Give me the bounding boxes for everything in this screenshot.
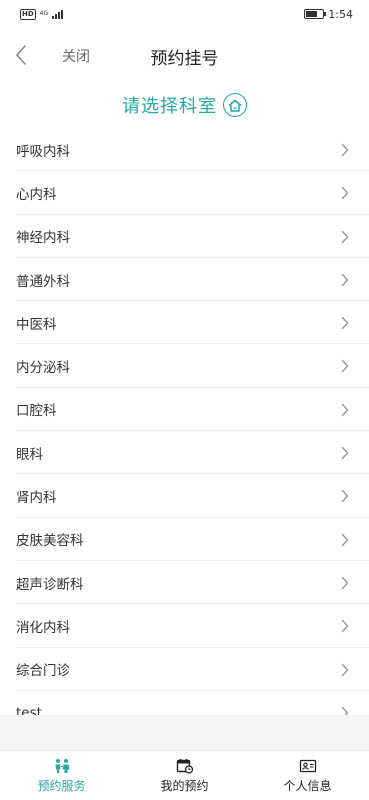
tab-appointment-service[interactable]: 预约服务 <box>0 751 123 800</box>
bottom-tab-bar: 预约服务 我的预约 个人信息 <box>0 750 369 800</box>
chevron-right-icon <box>341 663 349 676</box>
department-item[interactable]: 呼吸内科 <box>0 128 369 172</box>
tab-label: 个人信息 <box>283 778 332 793</box>
department-label: 普通外科 <box>16 273 70 290</box>
status-bar: HD 4G 1:54 <box>0 0 369 28</box>
house-icon <box>223 93 247 117</box>
people-icon <box>55 758 69 773</box>
chevron-right-icon <box>341 360 349 373</box>
department-list: 呼吸内科心内科神经内科普通外科中医科内分泌科口腔科眼科肾内科皮肤美容科超声诊断科… <box>0 128 369 735</box>
status-right: 1:54 <box>304 8 353 21</box>
department-item[interactable]: 超声诊断科 <box>0 561 369 605</box>
section-header: 请选择科室 <box>0 90 369 120</box>
department-label: 肾内科 <box>16 490 57 507</box>
department-label: 内分泌科 <box>16 360 70 377</box>
department-label: 心内科 <box>16 186 57 203</box>
chevron-right-icon <box>341 316 349 330</box>
department-label: 眼科 <box>16 446 43 463</box>
department-item[interactable]: 心内科 <box>0 171 369 215</box>
department-item[interactable]: 中医科 <box>0 301 369 345</box>
department-item[interactable]: 神经内科 <box>0 215 369 259</box>
page-title: 预约挂号 <box>150 49 219 69</box>
department-item[interactable]: 眼科 <box>0 431 369 475</box>
chevron-right-icon <box>341 143 349 157</box>
department-label: 消化内科 <box>16 619 70 636</box>
department-label: 神经内科 <box>16 230 70 247</box>
chevron-right-icon <box>341 446 349 460</box>
department-label: 综合门诊 <box>16 663 70 680</box>
tab-my-appointments[interactable]: 我的预约 <box>123 751 246 800</box>
profile-card-icon <box>299 759 316 772</box>
department-item[interactable]: 消化内科 <box>0 604 369 648</box>
chevron-right-icon <box>341 490 349 503</box>
footer-spacer <box>0 715 369 750</box>
network-label: 4G <box>39 10 49 17</box>
department-item[interactable]: 肾内科 <box>0 474 369 518</box>
chevron-right-icon <box>341 273 349 287</box>
tab-label: 预约服务 <box>37 778 86 793</box>
hd-badge: HD <box>20 8 36 20</box>
department-item[interactable]: 内分泌科 <box>0 344 369 389</box>
chevron-right-icon <box>341 576 349 590</box>
department-item[interactable]: 普通外科 <box>0 258 369 302</box>
battery-icon <box>304 9 327 19</box>
clock: 1:54 <box>328 7 353 21</box>
chevron-right-icon <box>341 230 349 243</box>
department-item[interactable]: 综合门诊 <box>0 648 369 692</box>
chevron-right-icon <box>341 187 349 200</box>
tab-personal-info[interactable]: 个人信息 <box>246 751 369 800</box>
signal-icon <box>52 9 64 19</box>
section-title: 请选择科室 <box>122 96 217 117</box>
chevron-right-icon <box>341 620 349 633</box>
department-label: 呼吸内科 <box>16 143 70 160</box>
chevron-right-icon <box>341 533 349 546</box>
department-label: 口腔科 <box>16 403 57 420</box>
department-item[interactable]: 口腔科 <box>0 388 369 432</box>
chevron-right-icon <box>341 403 349 416</box>
calendar-clock-icon <box>176 758 193 774</box>
department-item[interactable]: 皮肤美容科 <box>0 518 369 562</box>
department-label: 中医科 <box>16 316 57 333</box>
department-label: 超声诊断科 <box>16 576 84 593</box>
nav-header: 关闭 预约挂号 <box>0 34 369 76</box>
status-left: HD 4G <box>20 8 64 20</box>
tab-label: 我的预约 <box>160 778 209 793</box>
department-label: 皮肤美容科 <box>16 533 84 550</box>
page: HD 4G 1:54 关闭 预约挂号 请选择科室 呼吸内科 心内科 神经内科 普… <box>0 0 369 800</box>
